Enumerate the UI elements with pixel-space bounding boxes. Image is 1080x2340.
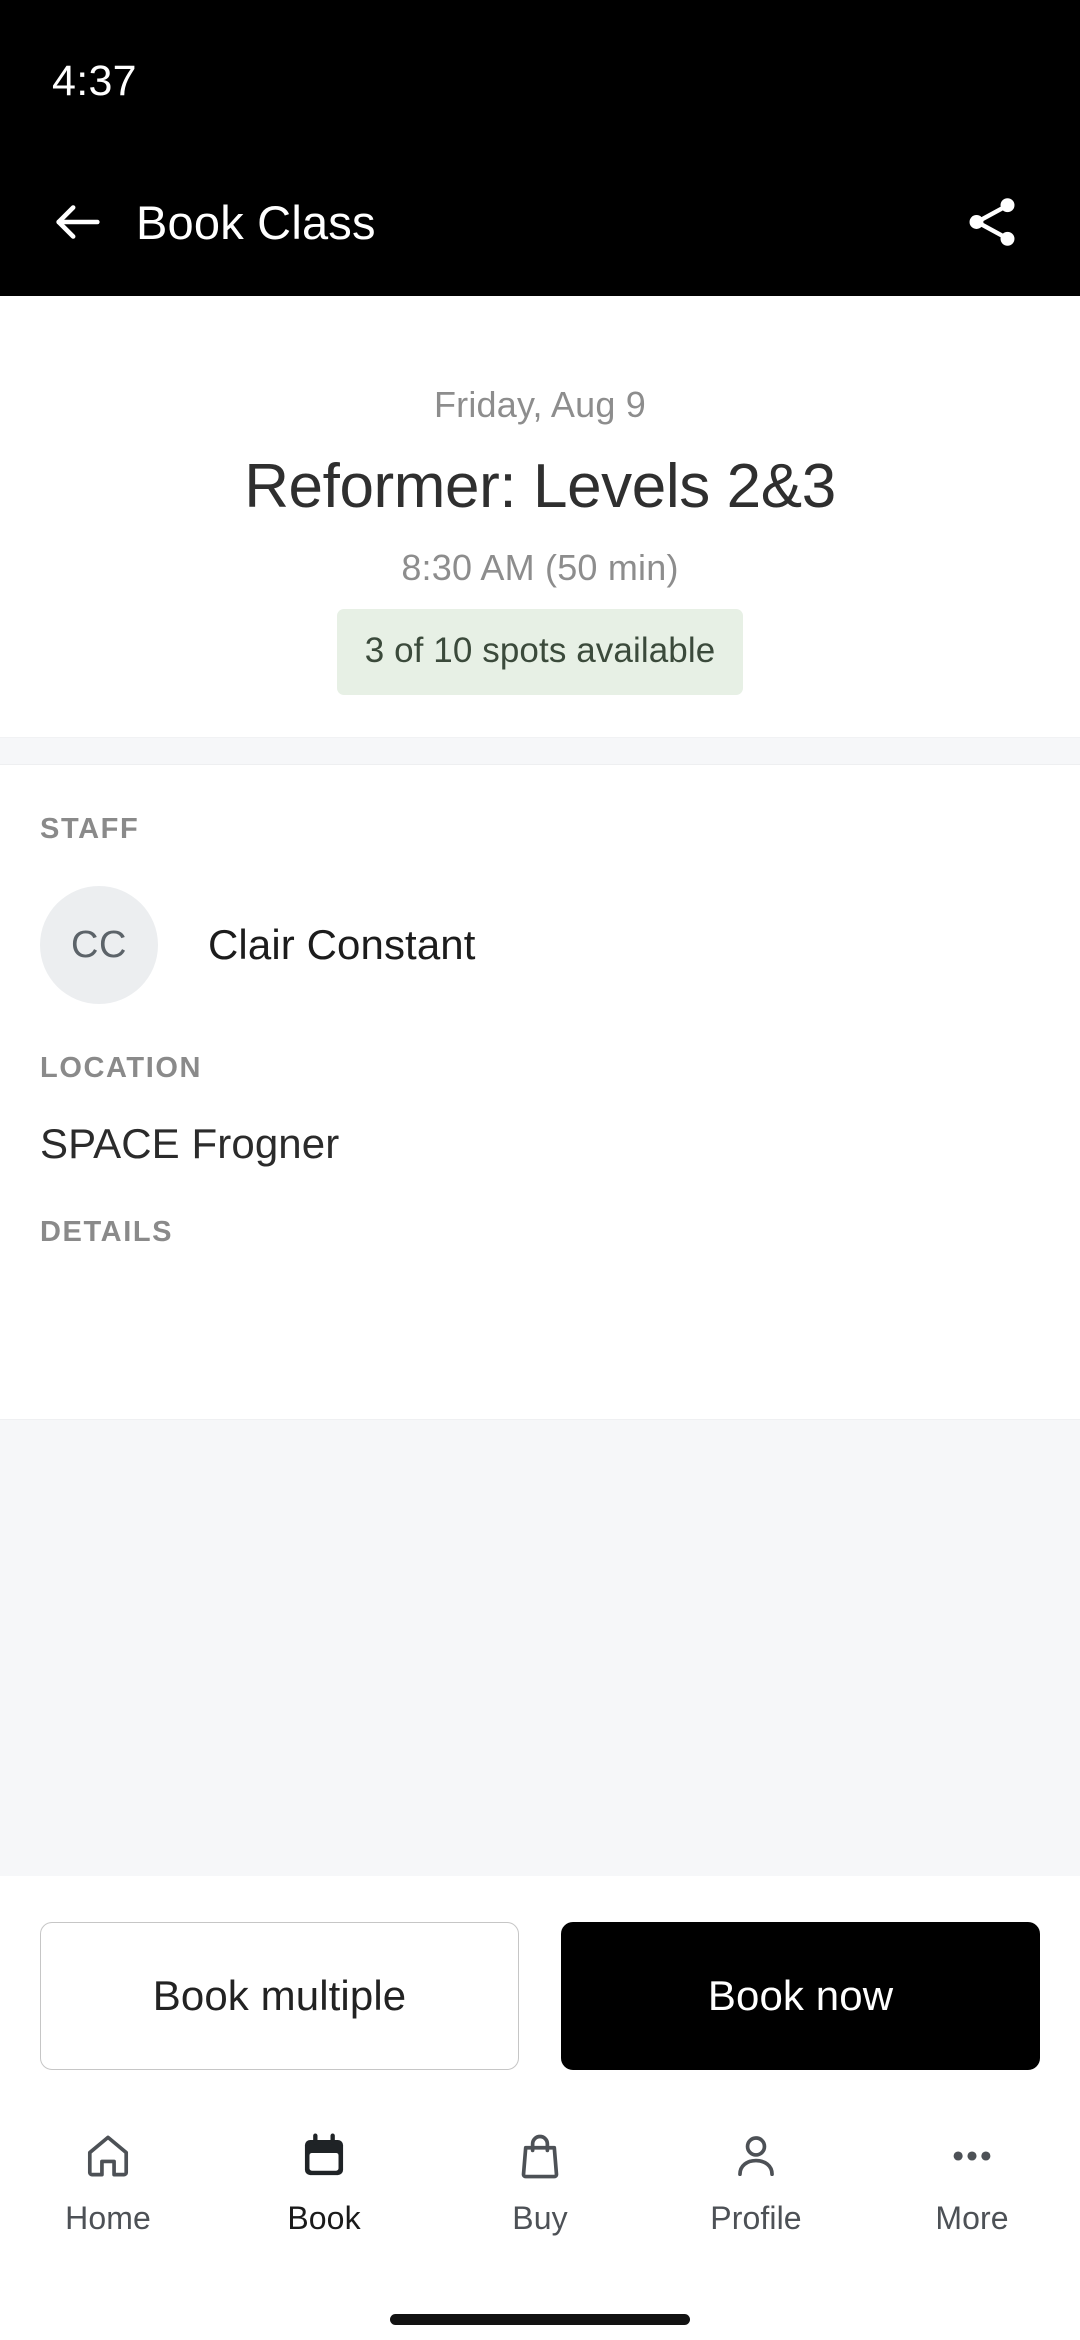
nav-item-home[interactable]: Home [0,2126,216,2237]
nav-item-more[interactable]: More [864,2126,1080,2237]
avatar: CC [40,886,158,1005]
share-button[interactable] [954,184,1030,260]
section-divider [0,737,1080,766]
detail-sections: STAFF CC Clair Constant LOCATION SPACE F… [0,765,1080,1420]
spots-badge-wrap: 3 of 10 spots available [40,609,1040,696]
content-filler [0,1419,1080,1876]
nav-label-book: Book [287,2200,361,2236]
app-bar: Book Class [0,148,1080,296]
class-name: Reformer: Levels 2&3 [244,452,836,521]
nav-label-profile: Profile [710,2200,802,2236]
staff-section-label: STAFF [40,813,140,846]
share-icon [969,198,1015,246]
staff-row[interactable]: CC Clair Constant [40,846,1040,1005]
status-clock: 4:37 [52,56,137,105]
details-value [40,1249,1040,1419]
back-button[interactable] [42,186,114,258]
nav-item-book[interactable]: Book [216,2126,432,2237]
nav-label-buy: Buy [512,2200,568,2236]
gesture-bar [0,2298,1080,2340]
nav-label-home: Home [65,2200,151,2236]
staff-name: Clair Constant [208,921,476,969]
action-bar: Book multiple Book now [0,1876,1080,2108]
class-date: Friday, Aug 9 [433,384,647,425]
location-section-label: LOCATION [40,1052,203,1085]
shopping-bag-icon [514,2126,566,2186]
status-bar: 4:37 [0,0,1080,148]
gesture-handle[interactable] [390,2313,690,2325]
book-now-button[interactable]: Book now [561,1922,1040,2070]
details-section-label: DETAILS [40,1216,174,1249]
class-summary: Friday, Aug 9 Reformer: Levels 2&3 8:30 … [0,296,1080,738]
avatar-initials: CC [70,923,128,966]
main-content: Friday, Aug 9 Reformer: Levels 2&3 8:30 … [0,296,1080,1876]
app-screen: 4:37 Book Class Friday, Aug 9 Reformer: … [0,0,1080,2340]
person-icon [730,2126,782,2186]
calendar-icon [298,2126,350,2186]
class-time: 8:30 AM (50 min) [401,547,679,589]
nav-label-more: More [935,2200,1009,2236]
home-icon [82,2126,134,2186]
nav-item-buy[interactable]: Buy [432,2126,648,2237]
ellipsis-icon [946,2126,998,2186]
arrow-left-icon [56,205,100,239]
book-multiple-button[interactable]: Book multiple [40,1922,519,2070]
page-title: Book Class [136,195,376,249]
spots-availability-badge: 3 of 10 spots available [336,609,744,696]
nav-item-profile[interactable]: Profile [648,2126,864,2237]
location-value: SPACE Frogner [40,1120,340,1168]
bottom-navigation: Home Book Buy Profile More [0,2108,1080,2298]
